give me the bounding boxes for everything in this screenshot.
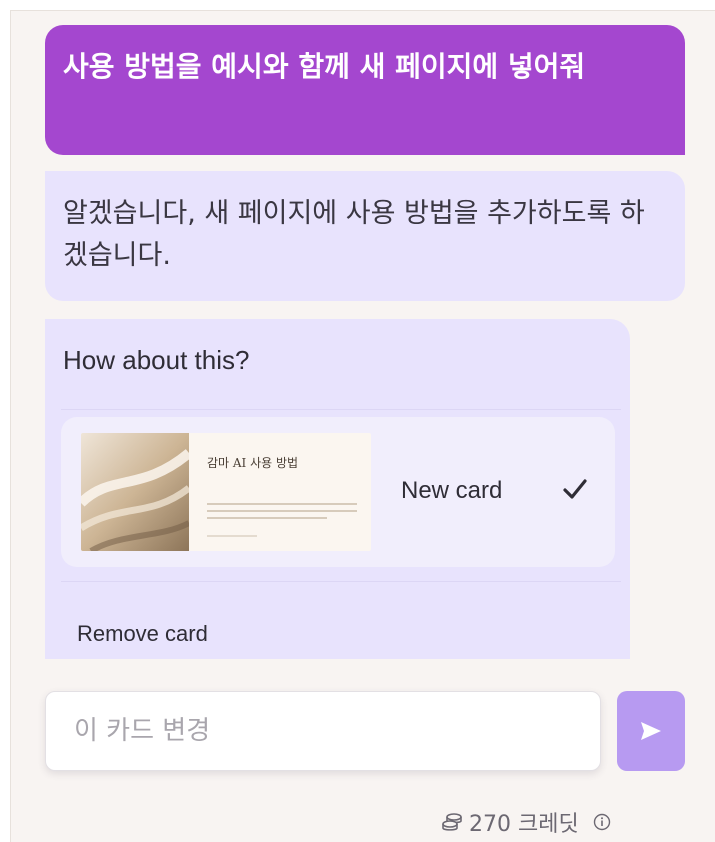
user-message-text: 사용 방법을 예시와 함께 새 페이지에 넣어줘 bbox=[63, 50, 586, 83]
coins-icon bbox=[442, 813, 462, 831]
new-card-label: New card bbox=[401, 477, 503, 504]
send-icon bbox=[641, 722, 661, 740]
check-icon bbox=[563, 479, 587, 499]
credits-text: 270 크레딧 bbox=[469, 812, 579, 837]
thumbnail-text-line bbox=[207, 517, 327, 519]
chat-input[interactable]: 이 카드 변경 bbox=[45, 691, 601, 771]
chat-panel: 사용 방법을 예시와 함께 새 페이지에 넣어줘 알겠습니다, 새 페이지에 사… bbox=[10, 10, 715, 842]
suggestion-panel: How about this? 감마 AI 사용 방법 New card Rem… bbox=[45, 319, 630, 659]
suggestion-title: How about this? bbox=[63, 345, 250, 375]
thumbnail-text-line bbox=[207, 535, 257, 537]
thumbnail-title: 감마 AI 사용 방법 bbox=[207, 456, 299, 470]
thumbnail-text-line bbox=[207, 510, 357, 512]
assistant-message-text: 알겠습니다, 새 페이지에 사용 방법을 추가하도록 하겠습니다. bbox=[63, 198, 645, 271]
remove-card-button[interactable]: Remove card bbox=[77, 621, 208, 647]
send-button[interactable] bbox=[617, 691, 685, 771]
chat-input-placeholder: 이 카드 변경 bbox=[74, 716, 211, 746]
thumbnail-text-line bbox=[207, 503, 357, 505]
divider bbox=[61, 409, 621, 410]
new-card-option[interactable]: 감마 AI 사용 방법 New card bbox=[61, 417, 615, 567]
assistant-message-bubble: 알겠습니다, 새 페이지에 사용 방법을 추가하도록 하겠습니다. bbox=[45, 171, 685, 301]
info-icon[interactable] bbox=[593, 813, 611, 831]
thumbnail-image bbox=[81, 433, 189, 551]
user-message-bubble: 사용 방법을 예시와 함께 새 페이지에 넣어줘 bbox=[45, 25, 685, 155]
card-thumbnail: 감마 AI 사용 방법 bbox=[81, 433, 371, 551]
divider bbox=[61, 581, 621, 582]
credits-display: 270 크레딧 bbox=[441, 806, 611, 838]
